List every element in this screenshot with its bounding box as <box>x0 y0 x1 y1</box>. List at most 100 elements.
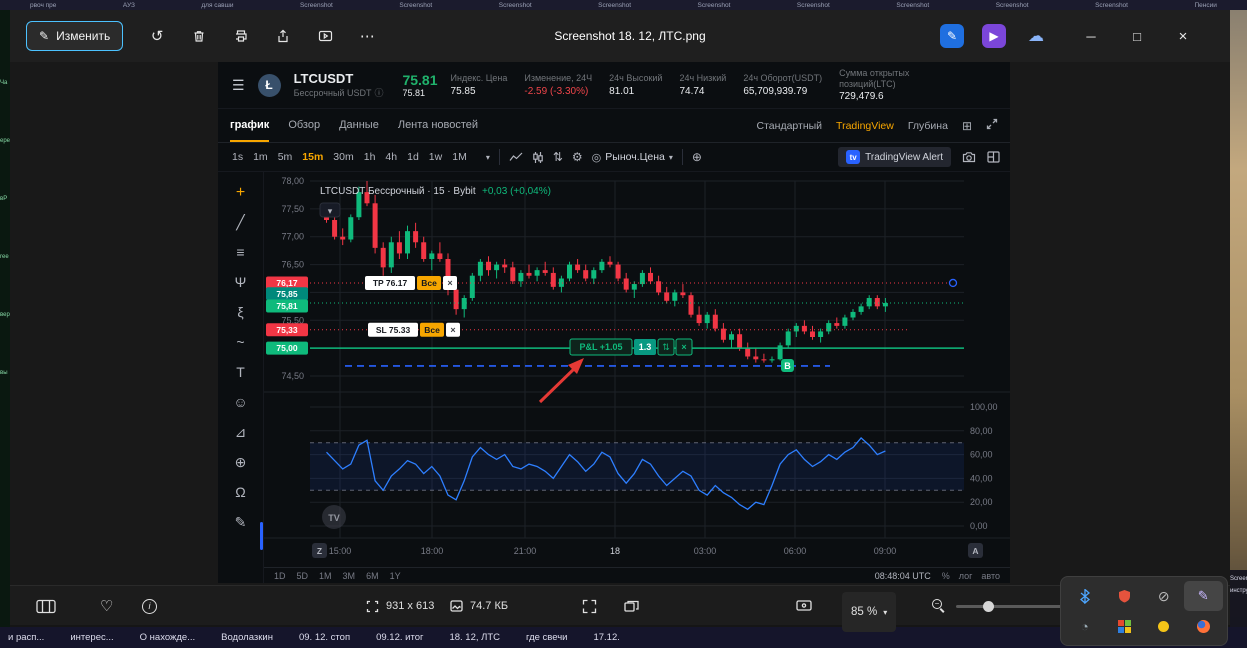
tf-5m[interactable]: 5m <box>278 151 293 163</box>
auto-scale-button[interactable]: A <box>968 543 983 558</box>
tool-text-icon[interactable]: T <box>236 364 245 381</box>
taskbar-tab[interactable]: 09.12. итог <box>376 632 423 643</box>
grid-layout-icon[interactable]: ⊞ <box>962 119 972 133</box>
tf-4h[interactable]: 4h <box>385 151 397 163</box>
background-tab[interactable]: Screenshot <box>300 2 333 9</box>
hidden-icons-icon[interactable]: ⊘ <box>1144 581 1184 611</box>
line-chart-icon[interactable] <box>509 151 523 163</box>
tf-1M[interactable]: 1M <box>452 151 467 163</box>
info-icon[interactable]: ⓘ <box>374 86 383 99</box>
symbol-block[interactable]: LTCUSDT Бессрочный USDT ⓘ <box>294 71 384 99</box>
background-tab[interactable]: Screenshot <box>698 2 731 9</box>
taskbar-tab[interactable]: интерес... <box>70 632 113 643</box>
filmstrip-toggle-button[interactable] <box>36 586 56 626</box>
share-button[interactable] <box>265 21 301 51</box>
bluetooth-icon[interactable] <box>1065 581 1105 611</box>
close-button[interactable]: × <box>1160 10 1206 62</box>
pen-icon[interactable]: ✎ <box>1183 581 1223 611</box>
tp-line-handle[interactable] <box>948 278 958 288</box>
tp-label[interactable]: TP 76.17 Все × <box>365 275 457 290</box>
taskbar-tab[interactable]: 09. 12. стоп <box>299 632 350 643</box>
edit-button[interactable]: ✎ Изменить <box>26 21 124 51</box>
tf-1w[interactable]: 1w <box>429 151 442 163</box>
tab-график[interactable]: график <box>230 109 270 142</box>
viewopt-Глубина[interactable]: Глубина <box>908 120 948 132</box>
tool-zoom-in-icon[interactable]: ⊕ <box>235 454 247 471</box>
background-tab[interactable]: Screenshot <box>896 2 929 9</box>
fullscreen-icon[interactable] <box>986 118 998 133</box>
tool-crosshair-icon[interactable]: + <box>236 184 245 201</box>
scale-mode-button[interactable]: авто <box>981 571 1000 581</box>
background-tab[interactable]: Пенсии <box>1194 2 1216 9</box>
add-indicator-icon[interactable]: ⊕ <box>692 150 702 164</box>
compare-icon[interactable]: ⇅ <box>553 150 563 164</box>
tab-Данные[interactable]: Данные <box>339 109 379 142</box>
menu-icon[interactable]: ☰ <box>232 77 245 94</box>
background-tab[interactable]: рвоч пре <box>30 2 56 9</box>
tradingview-alert-button[interactable]: tv TradingView Alert <box>838 147 951 167</box>
tf-1s[interactable]: 1s <box>232 151 243 163</box>
scale-mode-button[interactable]: лог <box>959 571 973 581</box>
tool-magnet-icon[interactable]: Ω <box>235 484 245 501</box>
onedrive-cloud-icon[interactable]: ☁ <box>1024 24 1048 48</box>
tf-30m[interactable]: 30m <box>333 151 353 163</box>
edit-app-icon[interactable]: ✎ <box>940 24 964 48</box>
compare-view-button[interactable] <box>624 586 639 626</box>
layout-panels-icon[interactable] <box>987 151 1000 163</box>
background-tab[interactable]: Screenshot <box>996 2 1029 9</box>
slideshow-button[interactable] <box>307 21 343 51</box>
taskbar-tab[interactable]: 17.12. <box>593 632 619 643</box>
tf-1d[interactable]: 1d <box>407 151 419 163</box>
background-tab[interactable]: Screenshot <box>797 2 830 9</box>
zoom-slider-thumb[interactable] <box>983 600 994 612</box>
clipchamp-icon[interactable]: ▶ <box>982 24 1006 48</box>
tf-15m[interactable]: 15m <box>302 151 323 163</box>
taskbar-tab[interactable]: 18. 12, ЛТС <box>449 632 500 643</box>
taskbar-tab[interactable]: где свечи <box>526 632 567 643</box>
background-tab[interactable]: Screenshot <box>1095 2 1128 9</box>
range-button[interactable]: 1Y <box>390 571 401 581</box>
orange-circle-icon[interactable] <box>1184 611 1224 641</box>
maximize-button[interactable]: □ <box>1114 10 1160 62</box>
tool-fibonacci-icon[interactable]: ξ <box>237 304 243 321</box>
drawing-toolbar-scrollbar[interactable] <box>260 522 263 550</box>
delete-button[interactable] <box>181 21 217 51</box>
background-tab[interactable]: АУЗ <box>123 2 135 9</box>
background-tab[interactable]: для савши <box>201 2 233 9</box>
timeframe-dropdown-icon[interactable]: ▾ <box>486 153 490 162</box>
viewopt-Стандартный[interactable]: Стандартный <box>757 120 823 132</box>
background-tab[interactable]: Screenshot <box>499 2 532 9</box>
tool-emoji-icon[interactable]: ☺ <box>233 394 247 411</box>
camera-snapshot-icon[interactable] <box>962 151 976 163</box>
range-button[interactable]: 6M <box>366 571 379 581</box>
background-tab[interactable]: Screenshot <box>399 2 432 9</box>
range-button[interactable]: 5D <box>297 571 309 581</box>
taskbar-tab[interactable]: О нахожде... <box>140 632 195 643</box>
tab-Лента новостей[interactable]: Лента новостей <box>398 109 478 142</box>
tool-pencil-icon[interactable]: ✎ <box>235 514 247 531</box>
tool-pitchfork-icon[interactable]: Ψ <box>235 274 247 291</box>
zoom-level-select[interactable]: 85 % ▾ <box>842 592 897 632</box>
favorite-button[interactable]: ♡ <box>100 586 113 626</box>
range-button[interactable]: 1D <box>274 571 286 581</box>
sl-label[interactable]: SL 75.33 Все × <box>368 322 460 337</box>
viewopt-TradingView[interactable]: TradingView <box>836 120 894 132</box>
tool-ruler-icon[interactable]: ⊿ <box>235 424 247 441</box>
tool-brush-icon[interactable]: ~ <box>236 334 244 351</box>
gauge-icon[interactable]: ◔ <box>1065 611 1105 641</box>
range-button[interactable]: 3M <box>343 571 356 581</box>
pnl-label[interactable]: P&L +1.05 1.3 ⇅ × <box>569 338 693 356</box>
background-tab[interactable]: Screenshot <box>598 2 631 9</box>
tf-1m[interactable]: 1m <box>253 151 268 163</box>
print-button[interactable] <box>223 21 259 51</box>
chart-clock[interactable]: 08:48:04 UTC <box>875 571 931 581</box>
zoom-to-fit-button[interactable] <box>582 586 597 626</box>
more-button[interactable]: ⋯ <box>349 21 385 51</box>
candle-type-icon[interactable] <box>532 151 544 164</box>
order-type-select[interactable]: ◎ Рыноч.Цена ▾ <box>592 151 673 164</box>
yellow-dot-icon[interactable] <box>1144 611 1184 641</box>
tab-Обзор[interactable]: Обзор <box>288 109 320 142</box>
scale-mode-button[interactable]: % <box>942 571 950 581</box>
legend-dropdown-button[interactable]: ▾ <box>319 202 341 218</box>
colored-squares-icon[interactable] <box>1105 611 1145 641</box>
